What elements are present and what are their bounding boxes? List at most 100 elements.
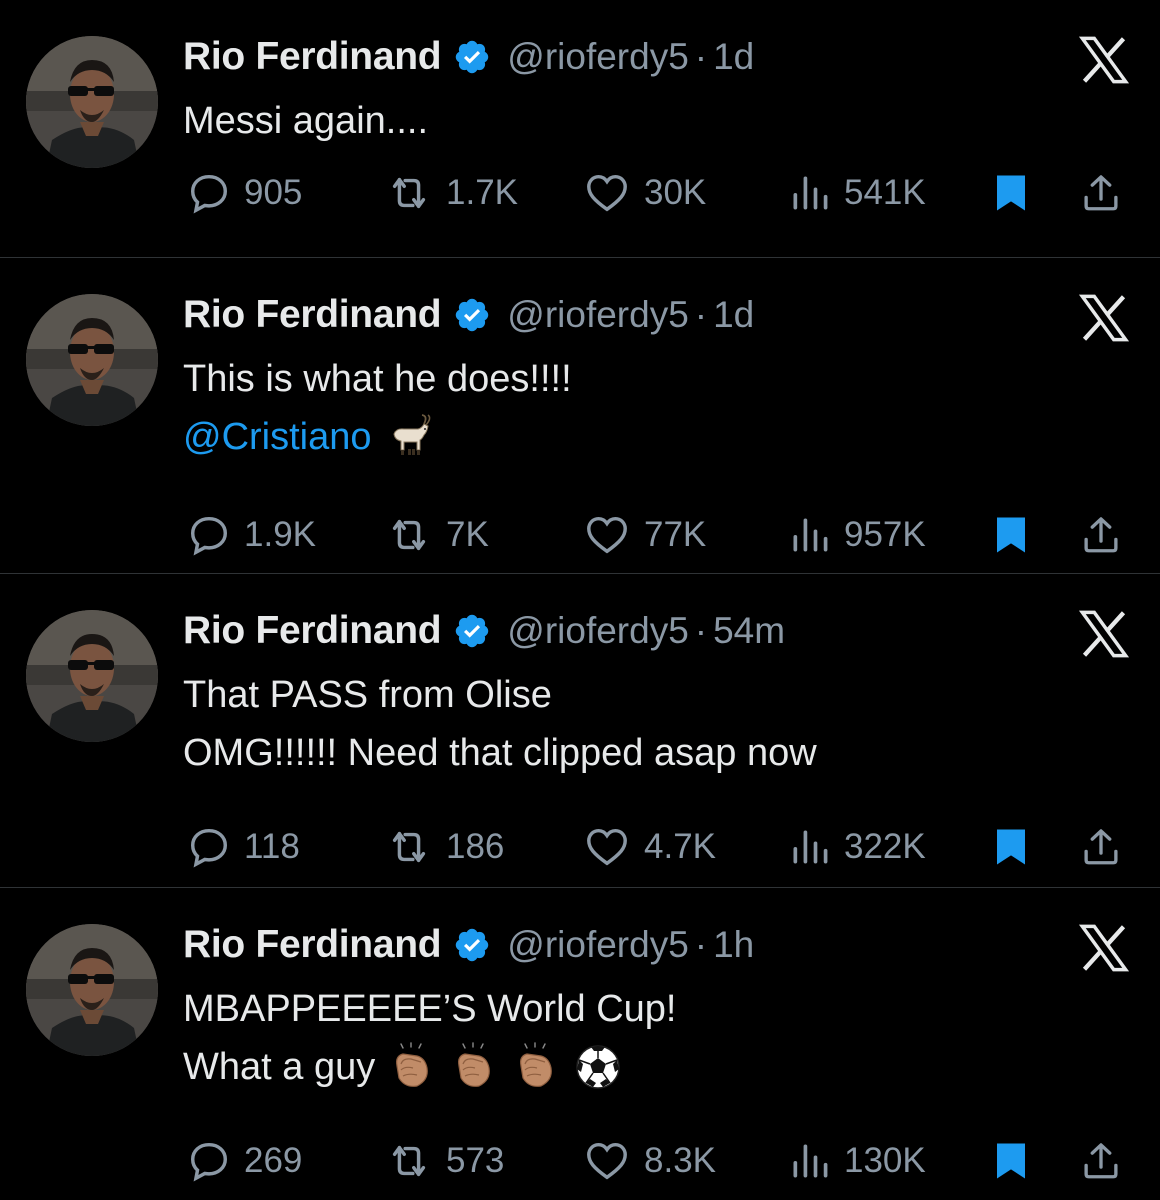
views-button[interactable]: 541K xyxy=(788,168,926,218)
repost-count: 7K xyxy=(446,515,489,554)
tweet-body: This is what he does!!!! @Cristiano xyxy=(183,350,572,466)
timestamp[interactable]: 1d xyxy=(713,36,754,78)
tweet-line: What a guy xyxy=(183,1038,676,1096)
repost-button[interactable]: 1.7K xyxy=(384,168,518,218)
x-logo-icon xyxy=(1078,36,1130,84)
action-bar: 905 1.7K 30K 541K xyxy=(0,168,1160,218)
like-count: 77K xyxy=(644,515,707,554)
like-button[interactable]: 4.7K xyxy=(582,822,716,872)
views-button[interactable]: 957K xyxy=(788,510,926,560)
timestamp[interactable]: 54m xyxy=(713,610,785,652)
repost-button[interactable]: 573 xyxy=(384,1136,504,1186)
separator-dot: · xyxy=(694,294,708,335)
display-name[interactable]: Rio Ferdinand xyxy=(183,923,442,967)
tweet-header: Rio Ferdinand @rioferdy5 · 54m xyxy=(183,606,785,656)
like-count: 30K xyxy=(644,173,707,212)
verified-badge-icon xyxy=(453,926,491,964)
action-bar: 1.9K 7K 77K 957K xyxy=(0,510,1160,560)
share-button[interactable] xyxy=(1080,822,1122,872)
repost-icon xyxy=(384,1138,434,1184)
reply-icon xyxy=(186,824,232,870)
goat-emoji xyxy=(384,412,434,462)
x-logo-icon xyxy=(1078,294,1130,342)
tweet-line: That PASS from Olise xyxy=(183,666,817,724)
avatar[interactable] xyxy=(26,610,158,742)
tweet[interactable]: Rio Ferdinand @rioferdy5 · 54m That PASS… xyxy=(0,574,1160,888)
clapping-hands-emoji xyxy=(449,1042,499,1092)
tweet-header: Rio Ferdinand @rioferdy5 · 1d xyxy=(183,32,754,82)
display-name[interactable]: Rio Ferdinand xyxy=(183,35,442,79)
bookmark-button[interactable] xyxy=(990,1136,1032,1186)
user-handle[interactable]: @rioferdy5 xyxy=(507,294,689,336)
like-button[interactable]: 77K xyxy=(582,510,706,560)
action-bar: 118 186 4.7K 322K xyxy=(0,822,1160,872)
avatar[interactable] xyxy=(26,36,158,168)
tweet-line: OMG!!!!!! Need that clipped asap now xyxy=(183,724,817,782)
tweet[interactable]: Rio Ferdinand @rioferdy5 · 1h MBAPPEEEEE… xyxy=(0,888,1160,1200)
reply-button[interactable]: 905 xyxy=(186,168,302,218)
tweet-body: MBAPPEEEEE’S World Cup! What a guy xyxy=(183,980,676,1096)
tweet-line: This is what he does!!!! xyxy=(183,350,572,408)
share-button[interactable] xyxy=(1080,168,1122,218)
like-button[interactable]: 30K xyxy=(582,168,706,218)
views-icon xyxy=(788,824,832,870)
verified-badge-icon xyxy=(453,612,491,650)
verified-badge-icon xyxy=(453,296,491,334)
tweet-line: @Cristiano xyxy=(183,408,572,466)
repost-count: 186 xyxy=(446,827,505,866)
x-logo-icon xyxy=(1078,610,1130,658)
timestamp[interactable]: 1h xyxy=(713,924,754,966)
view-count: 322K xyxy=(844,827,926,866)
share-button[interactable] xyxy=(1080,510,1122,560)
repost-button[interactable]: 7K xyxy=(384,510,489,560)
repost-count: 1.7K xyxy=(446,173,518,212)
reply-icon xyxy=(186,170,232,216)
share-icon xyxy=(1080,1138,1122,1184)
share-button[interactable] xyxy=(1080,1136,1122,1186)
tweet-body: Messi again.... xyxy=(183,92,428,150)
tweet-text: Messi again.... xyxy=(183,100,428,142)
bookmark-icon xyxy=(990,1138,1032,1184)
display-name[interactable]: Rio Ferdinand xyxy=(183,293,442,337)
action-bar: 269 573 8.3K 130K xyxy=(0,1136,1160,1186)
reply-button[interactable]: 269 xyxy=(186,1136,302,1186)
bookmark-button[interactable] xyxy=(990,168,1032,218)
reply-button[interactable]: 118 xyxy=(186,822,300,872)
timestamp[interactable]: 1d xyxy=(713,294,754,336)
views-button[interactable]: 322K xyxy=(788,822,926,872)
bookmark-button[interactable] xyxy=(990,510,1032,560)
avatar[interactable] xyxy=(26,294,158,426)
repost-icon xyxy=(384,824,434,870)
views-button[interactable]: 130K xyxy=(788,1136,926,1186)
share-icon xyxy=(1080,824,1122,870)
tweet-text: That PASS from Olise xyxy=(183,674,552,716)
separator-dot: · xyxy=(694,36,708,77)
reply-button[interactable]: 1.9K xyxy=(186,510,316,560)
bookmark-button[interactable] xyxy=(990,822,1032,872)
view-count: 957K xyxy=(844,515,926,554)
separator-dot: · xyxy=(694,610,708,651)
separator-dot: · xyxy=(694,924,708,965)
user-handle[interactable]: @rioferdy5 xyxy=(507,924,689,966)
repost-button[interactable]: 186 xyxy=(384,822,504,872)
heart-icon xyxy=(582,170,632,216)
soccer-ball-emoji xyxy=(573,1042,623,1092)
tweet-text: This is what he does!!!! xyxy=(183,358,572,400)
user-handle[interactable]: @rioferdy5 xyxy=(507,36,689,78)
verified-badge-icon xyxy=(453,38,491,76)
heart-icon xyxy=(582,824,632,870)
reply-count: 269 xyxy=(244,1141,303,1180)
reply-icon xyxy=(186,1138,232,1184)
mention-link[interactable]: @Cristiano xyxy=(183,408,372,466)
view-count: 541K xyxy=(844,173,926,212)
avatar[interactable] xyxy=(26,924,158,1056)
views-icon xyxy=(788,512,832,558)
like-button[interactable]: 8.3K xyxy=(582,1136,716,1186)
tweet[interactable]: Rio Ferdinand @rioferdy5 · 1d This is wh… xyxy=(0,258,1160,574)
tweet[interactable]: Rio Ferdinand @rioferdy5 · 1d Messi agai… xyxy=(0,0,1160,258)
user-handle[interactable]: @rioferdy5 xyxy=(507,610,689,652)
tweet-line: Messi again.... xyxy=(183,92,428,150)
reply-icon xyxy=(186,512,232,558)
heart-icon xyxy=(582,512,632,558)
display-name[interactable]: Rio Ferdinand xyxy=(183,609,442,653)
